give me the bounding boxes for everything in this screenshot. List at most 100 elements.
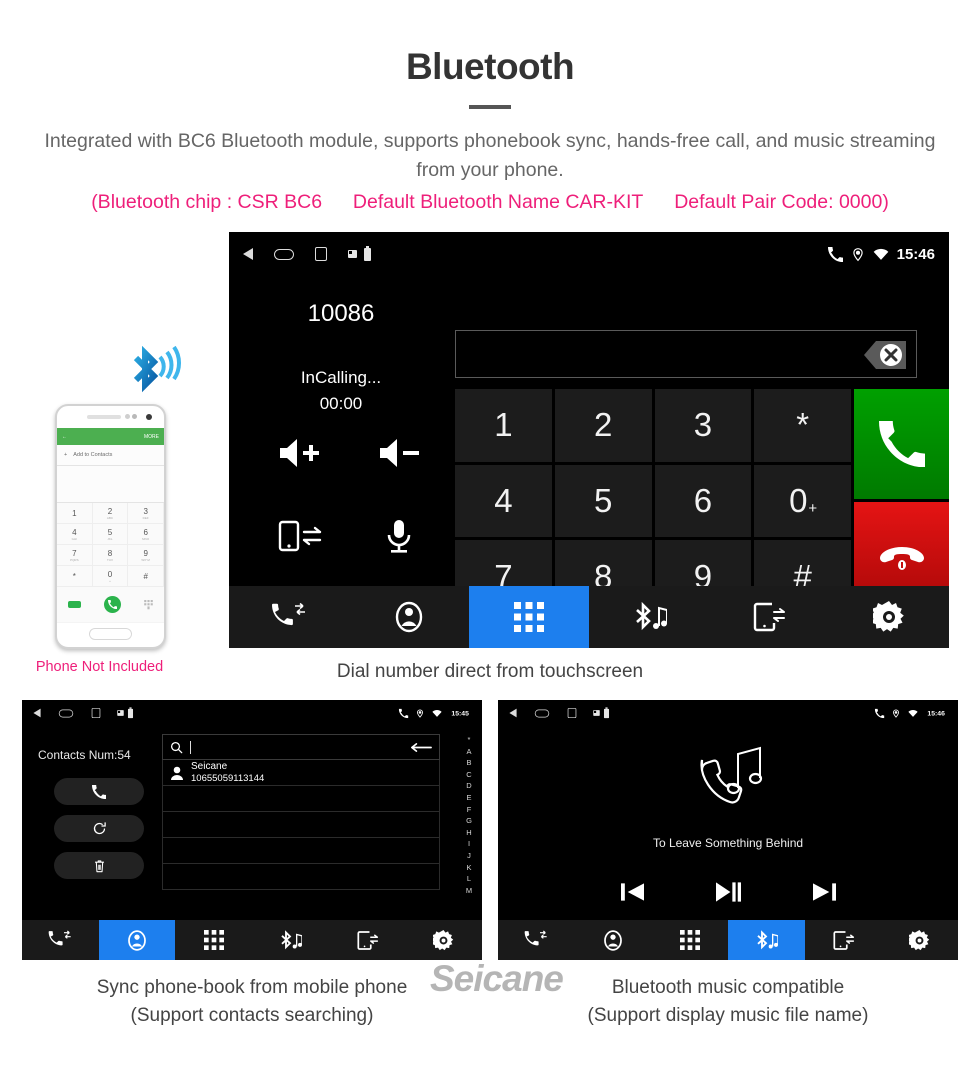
- tab-settings[interactable]: [405, 920, 482, 960]
- statusbar-nav-icons: [243, 245, 392, 261]
- index-letter[interactable]: *: [468, 734, 471, 746]
- tab-settings[interactable]: [881, 920, 958, 960]
- index-letter[interactable]: C: [466, 769, 471, 781]
- index-letter[interactable]: F: [467, 804, 472, 816]
- dial-contact-button[interactable]: [54, 778, 144, 805]
- tab-call-log[interactable]: [22, 920, 99, 960]
- home-icon[interactable]: [58, 709, 74, 717]
- tab-bluetooth-music[interactable]: [589, 586, 709, 648]
- contact-row[interactable]: Seicane 10655059113144: [162, 760, 440, 786]
- phone-key: 6 MNO: [128, 524, 164, 545]
- phone-key: 4 GHI: [57, 524, 93, 545]
- contacts-search-bar[interactable]: [162, 734, 440, 760]
- music-statusbar: 15:46: [498, 700, 958, 726]
- tab-keypad[interactable]: [651, 920, 728, 960]
- music-caption-line1: Bluetooth music compatible: [611, 977, 845, 998]
- main-screen-caption: Dial number direct from touchscreen: [336, 661, 644, 682]
- play-pause-button[interactable]: [715, 881, 741, 903]
- music-bottom-toolbar: [498, 920, 958, 960]
- tab-call-log[interactable]: [229, 586, 349, 648]
- home-icon[interactable]: [274, 248, 294, 260]
- tab-keypad[interactable]: [469, 586, 589, 648]
- index-letter[interactable]: J: [467, 850, 471, 862]
- index-letter[interactable]: K: [466, 862, 471, 874]
- phone-key-digit: 0: [107, 569, 113, 579]
- recents-icon[interactable]: [567, 707, 577, 719]
- key-0[interactable]: 0 +: [754, 464, 851, 538]
- phone-dialer-footer: [57, 587, 164, 622]
- key-2[interactable]: 2: [554, 389, 652, 462]
- statusbar-clock: 15:46: [896, 245, 935, 263]
- contacts-screenshot: 15:45 Contacts Num:54 Seicane 1065505911…: [22, 700, 482, 960]
- recents-icon[interactable]: [91, 707, 101, 719]
- contacts-caption-line2: (Support contacts searching): [130, 1005, 374, 1026]
- index-letter[interactable]: A: [466, 746, 471, 758]
- key-6[interactable]: 6: [654, 464, 752, 538]
- phone-add-label: Add to Contacts: [73, 452, 113, 458]
- tab-phone-sync[interactable]: [709, 586, 829, 648]
- key-0-digit: 0: [789, 481, 808, 519]
- back-icon[interactable]: [509, 708, 517, 718]
- phone-icon: [874, 708, 884, 718]
- main-statusbar: 15:46: [229, 232, 949, 276]
- key-4[interactable]: 4: [455, 464, 552, 538]
- home-icon[interactable]: [534, 709, 550, 717]
- phone-back-arrow-icon: ←: [62, 433, 67, 440]
- alphabet-index[interactable]: * A B C D E F G H I J K L M: [462, 734, 476, 896]
- tab-keypad[interactable]: [175, 920, 252, 960]
- statusbar-clock: 15:46: [927, 709, 945, 717]
- spec-name: Default Bluetooth Name CAR-KIT: [352, 191, 644, 213]
- tab-settings[interactable]: [829, 586, 949, 648]
- contact-row-empty[interactable]: [162, 864, 440, 890]
- phone-key-letters: DEF: [142, 515, 149, 520]
- spec-pair-code: Default Pair Code: 0000): [674, 191, 889, 213]
- number-display-field[interactable]: [455, 330, 917, 378]
- contact-row-empty[interactable]: [162, 812, 440, 838]
- tab-call-log[interactable]: [498, 920, 575, 960]
- key-1[interactable]: 1: [455, 389, 552, 462]
- call-button[interactable]: [854, 389, 949, 499]
- previous-track-button[interactable]: [620, 882, 644, 902]
- tab-contacts[interactable]: [575, 920, 652, 960]
- index-letter[interactable]: B: [466, 757, 471, 769]
- sync-contacts-button[interactable]: [54, 815, 144, 842]
- contact-row-empty[interactable]: [162, 786, 440, 812]
- tab-phone-sync[interactable]: [805, 920, 882, 960]
- wifi-icon: [908, 709, 918, 717]
- key-3[interactable]: 3: [654, 389, 752, 462]
- volume-down-button[interactable]: [376, 436, 422, 474]
- key-5[interactable]: 5: [554, 464, 652, 538]
- search-back-icon[interactable]: [410, 742, 432, 753]
- volume-up-button[interactable]: [276, 436, 322, 474]
- backspace-button[interactable]: [846, 337, 908, 373]
- tab-contacts[interactable]: [98, 920, 176, 960]
- index-letter[interactable]: H: [466, 827, 471, 839]
- phone-blank-area: [57, 466, 164, 503]
- music-caption-line2: (Support display music file name): [587, 1005, 869, 1026]
- index-letter[interactable]: M: [466, 885, 472, 897]
- tab-phone-sync[interactable]: [329, 920, 406, 960]
- mute-microphone-button[interactable]: [376, 518, 422, 556]
- tab-bluetooth-music[interactable]: [728, 920, 805, 960]
- contacts-count: Contacts Num:54: [38, 748, 131, 762]
- index-letter[interactable]: L: [467, 873, 471, 885]
- index-letter[interactable]: I: [468, 838, 470, 850]
- phone-screen: ← MORE + Add to Contacts 1 2 ABC 3 DEF 4 GH…: [57, 428, 164, 623]
- index-letter[interactable]: G: [466, 815, 472, 827]
- delete-contacts-button[interactable]: [54, 852, 144, 879]
- index-letter[interactable]: E: [466, 792, 471, 804]
- recents-icon[interactable]: [315, 247, 327, 261]
- back-icon[interactable]: [33, 708, 41, 718]
- index-letter[interactable]: D: [466, 780, 471, 792]
- contact-row-empty[interactable]: [162, 838, 440, 864]
- tab-bluetooth-music[interactable]: [252, 920, 329, 960]
- phone-key-digit: 1: [72, 508, 77, 518]
- key-star[interactable]: *: [754, 389, 851, 462]
- tab-contacts[interactable]: [349, 586, 469, 648]
- key-0-plus: +: [808, 500, 818, 518]
- transfer-audio-button[interactable]: [276, 518, 322, 556]
- phone-key: 7 PQRS: [57, 545, 93, 566]
- back-icon[interactable]: [243, 248, 253, 260]
- next-track-button[interactable]: [812, 882, 836, 902]
- phone-key: 9 WXYZ: [128, 545, 164, 566]
